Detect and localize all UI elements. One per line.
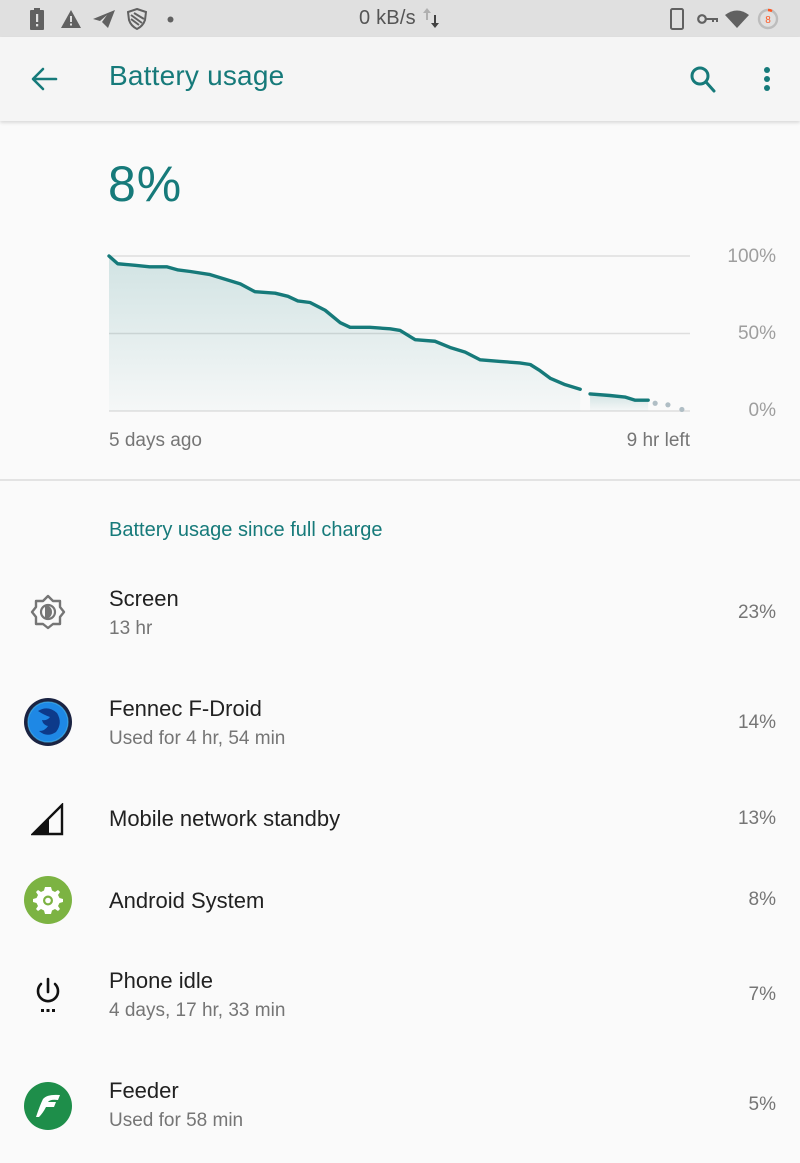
item-title: Mobile network standby xyxy=(109,806,341,831)
usage-item-feeder[interactable]: Feeder Used for 58 min 5% xyxy=(0,1060,800,1150)
battery-alert-icon xyxy=(30,8,44,30)
cell-signal-icon xyxy=(22,794,74,846)
battery-ring-icon: 8 xyxy=(757,8,779,30)
item-title: Screen xyxy=(109,586,179,611)
telegram-icon xyxy=(92,8,116,30)
item-title: Feeder xyxy=(109,1078,179,1103)
status-bar: 0 kB/s 8 xyxy=(0,0,800,37)
brightness-icon xyxy=(22,586,74,638)
network-speed: 0 kB/s xyxy=(359,7,416,29)
battery-ring-value: 8 xyxy=(765,15,771,26)
y-tick-label: 0% xyxy=(748,400,776,421)
phone-icon xyxy=(670,8,684,30)
usage-item-fennec[interactable]: Fennec F-Droid Used for 4 hr, 54 min 14% xyxy=(0,680,800,770)
item-title: Fennec F-Droid xyxy=(109,696,262,721)
power-idle-icon xyxy=(22,970,74,1022)
battery-summary: 8% 100% 50% 0% 5 days ago 9 hr left xyxy=(0,121,800,480)
more-options-button[interactable] xyxy=(750,61,784,97)
y-tick-label: 100% xyxy=(727,246,776,267)
item-percent: 13% xyxy=(737,808,776,829)
wifi-icon xyxy=(725,8,749,30)
item-percent: 7% xyxy=(748,984,776,1005)
vpn-key-icon xyxy=(697,8,719,30)
battery-history-chart: 100% 50% 0% 5 days ago 9 hr left xyxy=(0,121,800,480)
projection-point xyxy=(665,402,671,408)
x-end-label: 9 hr left xyxy=(626,430,690,451)
item-subtitle: 13 hr xyxy=(109,618,153,639)
usage-item-mobile-network[interactable]: Mobile network standby 13% xyxy=(0,790,800,852)
y-tick-label: 50% xyxy=(737,323,776,344)
item-percent: 14% xyxy=(737,712,776,733)
projection-point xyxy=(679,406,685,413)
usage-item-phone-idle[interactable]: Phone idle 4 days, 17 hr, 33 min 7% xyxy=(0,950,800,1040)
section-title: Battery usage since full charge xyxy=(109,519,383,541)
usage-item-android-system[interactable]: Android System 8% xyxy=(0,870,800,932)
item-percent: 5% xyxy=(748,1094,776,1115)
fennec-app-icon xyxy=(22,696,74,748)
section-divider xyxy=(0,479,800,481)
app-bar: Battery usage xyxy=(0,37,800,121)
data-activity-icon xyxy=(422,6,440,30)
item-percent: 8% xyxy=(748,889,776,910)
item-subtitle: Used for 58 min xyxy=(109,1110,244,1131)
item-title: Phone idle xyxy=(109,968,213,993)
item-subtitle: 4 days, 17 hr, 33 min xyxy=(109,1000,286,1021)
back-button[interactable] xyxy=(26,61,62,97)
arrow-back-icon xyxy=(31,67,58,91)
usage-item-screen[interactable]: Screen 13 hr 23% xyxy=(0,570,800,660)
chart-svg xyxy=(107,254,690,413)
shield-icon xyxy=(127,8,147,30)
notification-dot-icon xyxy=(166,8,174,30)
x-start-label: 5 days ago xyxy=(109,430,202,451)
warning-icon xyxy=(60,8,82,30)
item-percent: 23% xyxy=(737,602,776,623)
page-title: Battery usage xyxy=(109,60,285,91)
item-subtitle: Used for 4 hr, 54 min xyxy=(109,728,286,749)
search-icon xyxy=(690,66,716,93)
item-title: Android System xyxy=(109,888,265,913)
search-button[interactable] xyxy=(685,61,721,97)
more-vert-icon xyxy=(764,67,770,91)
projection-point xyxy=(652,400,658,406)
feeder-app-icon xyxy=(22,1080,74,1132)
android-system-icon xyxy=(22,874,74,926)
